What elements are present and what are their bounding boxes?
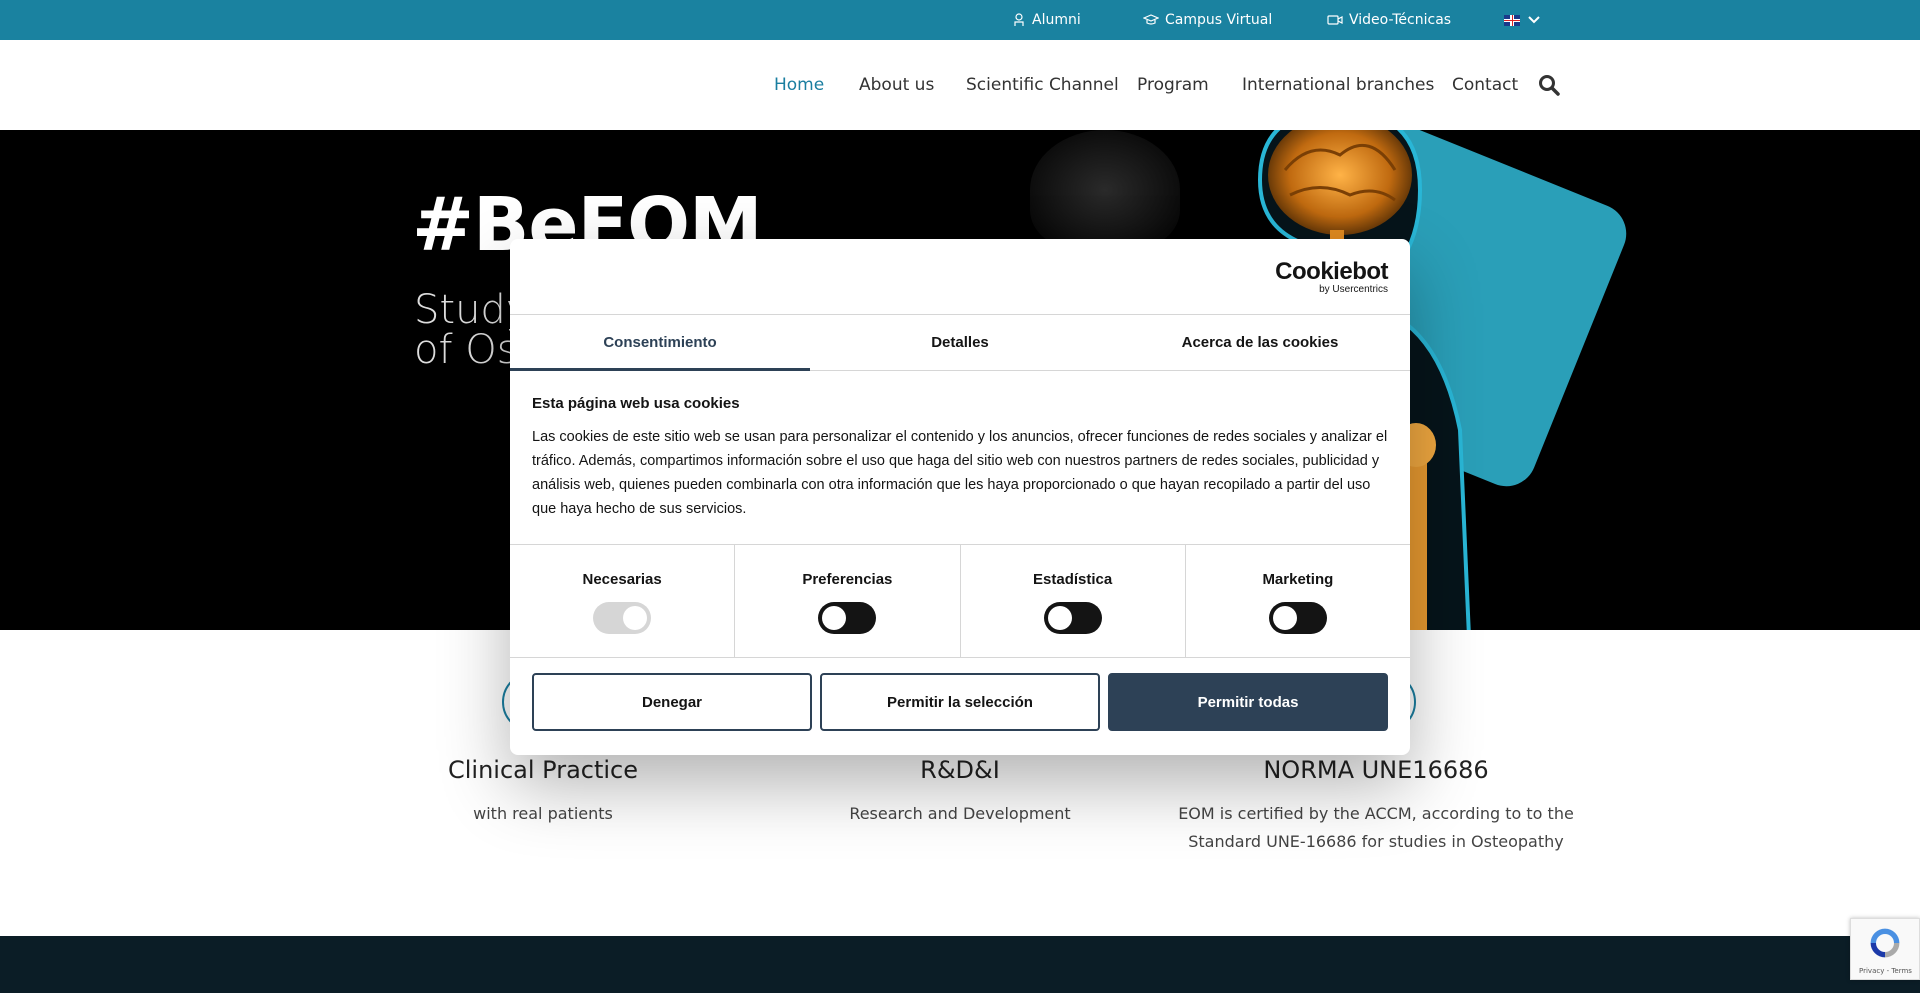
cookie-dialog-heading: Esta página web usa cookies <box>532 395 740 412</box>
hero-subtitle-line: Study <box>414 290 524 333</box>
cookie-category-toggles: Necesarias Preferencias Estadística Mark… <box>510 544 1410 658</box>
cookiebot-logo: Cookiebot by Usercentrics <box>1275 259 1388 295</box>
uk-flag-icon <box>1504 14 1520 26</box>
footer-section <box>0 936 1920 993</box>
recaptcha-badge[interactable]: Privacy - Terms <box>1850 918 1920 980</box>
alumni-icon <box>1014 13 1024 26</box>
recaptcha-icon <box>1870 928 1900 958</box>
allow-all-button[interactable]: Permitir todas <box>1108 673 1388 731</box>
chevron-down-icon <box>1528 16 1540 24</box>
feature-text-rdi: Research and Development <box>849 804 1071 823</box>
nav-item-contact[interactable]: Contact <box>1452 40 1518 130</box>
toggle-label: Estadística <box>1033 571 1113 588</box>
feature-text-line: Standard UNE-16686 for studies in Osteop… <box>1188 832 1564 851</box>
hero-person-image <box>1030 130 1180 250</box>
feature-title-clinical-practice: Clinical Practice <box>447 756 639 784</box>
toggle-cell-marketing: Marketing <box>1186 545 1410 657</box>
topbar-link-campus-virtual[interactable]: Campus Virtual <box>1143 0 1272 40</box>
cookiebot-logo-text: Cookiebot <box>1275 258 1388 285</box>
tab-acerca-de-las-cookies[interactable]: Acerca de las cookies <box>1110 315 1410 370</box>
nav-item-about-us[interactable]: About us <box>859 40 934 130</box>
nav-item-home[interactable]: Home <box>774 40 824 130</box>
hero-subtitle-line: of Os <box>414 327 518 370</box>
language-selector[interactable] <box>1504 0 1540 40</box>
top-bar: Alumni Campus Virtual Video-Técnicas <box>0 0 1920 40</box>
preferencias-toggle[interactable] <box>818 602 877 634</box>
feature-title-norma: NORMA UNE16686 <box>1263 756 1489 784</box>
deny-button[interactable]: Denegar <box>532 673 812 731</box>
topbar-link-label: Campus Virtual <box>1165 12 1273 28</box>
video-camera-icon <box>1327 15 1343 25</box>
estadistica-toggle[interactable] <box>1043 602 1102 634</box>
toggle-cell-necesarias: Necesarias <box>510 545 736 657</box>
topbar-link-alumni[interactable]: Alumni <box>1012 0 1081 40</box>
topbar-link-video-tecnicas[interactable]: Video-Técnicas <box>1327 0 1451 40</box>
recaptcha-links[interactable]: Privacy - Terms <box>1859 967 1912 975</box>
cookiebot-logo-subtext: by Usercentrics <box>1319 284 1388 295</box>
nav-item-program[interactable]: Program <box>1137 40 1209 130</box>
topbar-link-label: Alumni <box>1032 12 1081 28</box>
feature-text-norma: EOM is certified by the ACCM, according … <box>1176 800 1576 856</box>
hero-subtitle: Study of Os <box>414 290 524 370</box>
nav-item-scientific-channel[interactable]: Scientific Channel <box>966 40 1119 130</box>
tab-consentimiento[interactable]: Consentimiento <box>510 315 810 371</box>
toggle-label: Necesarias <box>582 571 662 588</box>
feature-text-clinical-practice: with real patients <box>473 804 613 823</box>
toggle-cell-estadistica: Estadística <box>961 545 1186 657</box>
feature-text-line: EOM is certified by the ACCM, according … <box>1178 804 1574 823</box>
necesarias-toggle <box>593 602 652 634</box>
search-icon[interactable] <box>1538 74 1560 96</box>
graduation-cap-icon <box>1143 14 1159 25</box>
feature-title-rdi: R&D&I <box>920 756 1000 784</box>
toggle-label: Preferencias <box>802 571 893 588</box>
main-navigation: Home About us Scientific Channel Program… <box>0 40 1920 130</box>
cookie-tabs: Consentimiento Detalles Acerca de las co… <box>510 314 1410 371</box>
cookie-buttons: Denegar Permitir la selección Permitir t… <box>532 673 1388 731</box>
allow-selection-button[interactable]: Permitir la selección <box>820 673 1100 731</box>
toggle-label: Marketing <box>1262 571 1334 588</box>
nav-item-international-branches[interactable]: International branches <box>1242 40 1434 130</box>
toggle-cell-preferencias: Preferencias <box>735 545 961 657</box>
marketing-toggle[interactable] <box>1268 602 1327 634</box>
tab-detalles[interactable]: Detalles <box>810 315 1110 370</box>
cookie-consent-dialog: Cookiebot by Usercentrics Consentimiento… <box>510 239 1410 755</box>
cookie-dialog-body: Las cookies de este sitio web se usan pa… <box>532 429 1388 517</box>
topbar-link-label: Video-Técnicas <box>1349 12 1452 28</box>
